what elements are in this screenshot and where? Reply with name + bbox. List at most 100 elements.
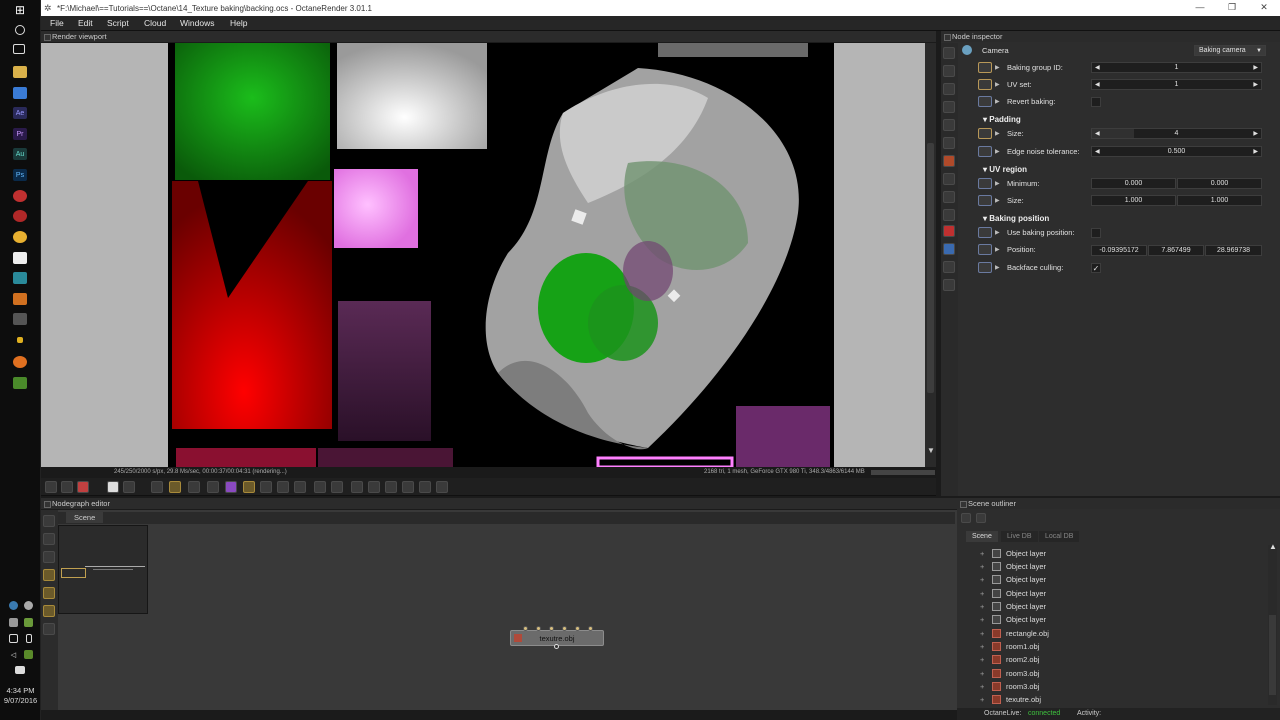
inspector-icon-4[interactable]: [943, 101, 955, 113]
menu-windows[interactable]: Windows: [180, 18, 214, 28]
region-render-icon[interactable]: [294, 481, 306, 493]
minimum-u-field[interactable]: 0.000: [1091, 178, 1176, 189]
minimize-button[interactable]: —: [1184, 0, 1216, 16]
position-y-field[interactable]: 7.867499: [1148, 245, 1204, 256]
slider-right-icon[interactable]: ▶: [1253, 147, 1258, 157]
blender-icon[interactable]: [13, 356, 27, 368]
decal-icon[interactable]: [277, 481, 289, 493]
expand-arrow-icon[interactable]: ▶: [995, 64, 1000, 71]
node-input-pin[interactable]: [575, 626, 580, 631]
tray-clock[interactable]: 4:34 PM 9/07/2016: [0, 686, 41, 706]
search-icon[interactable]: [15, 25, 25, 35]
nvidia-icon[interactable]: [13, 377, 27, 389]
octane-icon[interactable]: [13, 313, 27, 325]
slider-left-icon[interactable]: ◀: [1095, 63, 1100, 73]
slider-right-icon[interactable]: ▶: [1253, 80, 1258, 90]
stop-render-button[interactable]: [107, 481, 119, 493]
slider-right-icon[interactable]: ▶: [1253, 63, 1258, 73]
backface-culling-pin-icon[interactable]: [978, 262, 992, 273]
nodegraph-icon-7[interactable]: [43, 623, 55, 635]
inspector-icon-13[interactable]: [943, 261, 955, 273]
outliner-scrollbar[interactable]: ▲: [1268, 542, 1277, 705]
restart-render-button[interactable]: [123, 481, 135, 493]
expand-arrow-icon[interactable]: ▶: [995, 148, 1000, 155]
minimum-pin-icon[interactable]: [978, 178, 992, 189]
position-pin-icon[interactable]: [978, 244, 992, 255]
tray-volume-icon[interactable]: ◁: [9, 650, 18, 659]
material-picker-icon[interactable]: [402, 481, 414, 493]
inspector-icon-3[interactable]: [943, 83, 955, 95]
outliner-scrollbar-thumb[interactable]: [1269, 615, 1276, 695]
expand-arrow-icon[interactable]: ▶: [995, 197, 1000, 204]
expand-plus-icon[interactable]: +: [980, 613, 984, 626]
padding-size-pin-icon[interactable]: [978, 128, 992, 139]
inspector-icon-6[interactable]: [943, 137, 955, 149]
inspector-icon-9[interactable]: [943, 191, 955, 203]
uv-size-u-field[interactable]: 1.000: [1091, 195, 1176, 206]
node-input-pin[interactable]: [562, 626, 567, 631]
app-yellow-icon[interactable]: [17, 337, 23, 343]
inspector-icon-12[interactable]: [943, 243, 955, 255]
minimap-viewport-rect[interactable]: [61, 568, 86, 578]
uv-set-slider[interactable]: ◀ 1 ▶: [1091, 79, 1262, 90]
inspector-icon-8[interactable]: [943, 173, 955, 185]
expand-plus-icon[interactable]: +: [980, 547, 984, 560]
app-red-icon[interactable]: [13, 190, 27, 202]
white-balance-icon[interactable]: [385, 481, 397, 493]
expand-plus-icon[interactable]: +: [980, 600, 984, 613]
app-teal-icon[interactable]: [13, 272, 27, 284]
expand-plus-icon[interactable]: +: [980, 573, 984, 586]
start-render-button[interactable]: [169, 481, 181, 493]
picker-icon[interactable]: [351, 481, 363, 493]
expand-plus-icon[interactable]: +: [980, 693, 984, 706]
nodegraph-tab-scene[interactable]: Scene: [66, 512, 104, 523]
node-input-pin[interactable]: [536, 626, 541, 631]
revert-baking-checkbox[interactable]: [1091, 97, 1101, 107]
tray-monitor-icon[interactable]: [9, 634, 18, 643]
nodegraph-canvas[interactable]: [41, 510, 957, 710]
baking-group-pin-icon[interactable]: [978, 62, 992, 73]
outliner-collapse-icon[interactable]: [961, 513, 971, 523]
uv-region-section-header[interactable]: ▾ UV region: [983, 165, 1027, 174]
after-effects-icon[interactable]: Ae: [13, 107, 27, 119]
padding-size-slider[interactable]: ◀ 4 ▶: [1091, 128, 1262, 139]
position-x-field[interactable]: -0.09395172: [1091, 245, 1147, 256]
inspector-icon-11[interactable]: [943, 225, 955, 237]
expand-plus-icon[interactable]: +: [980, 667, 984, 680]
uv-size-v-field[interactable]: 1.000: [1177, 195, 1262, 206]
use-baking-position-checkbox[interactable]: [1091, 228, 1101, 238]
expand-arrow-icon[interactable]: ▶: [995, 81, 1000, 88]
tray-nvidia-icon[interactable]: [24, 618, 33, 627]
app-flame-icon[interactable]: [13, 293, 27, 305]
task-view-icon[interactable]: [13, 44, 25, 54]
menu-cloud[interactable]: Cloud: [144, 18, 166, 28]
sub-sampling-icon[interactable]: [260, 481, 272, 493]
revert-baking-pin-icon[interactable]: [978, 96, 992, 107]
outliner-tab-live-db[interactable]: Live DB: [1001, 531, 1038, 542]
baking-position-section-header[interactable]: ▾ Baking position: [983, 214, 1049, 223]
node-input-pin[interactable]: [588, 626, 593, 631]
maximize-button[interactable]: ❐: [1216, 0, 1248, 16]
backface-culling-checkbox[interactable]: ✓: [1091, 263, 1101, 273]
close-button[interactable]: ✕: [1248, 0, 1280, 16]
inspector-icon-14[interactable]: [943, 279, 955, 291]
node-output-pin[interactable]: [554, 644, 559, 649]
focus-picker-icon[interactable]: [368, 481, 380, 493]
expand-arrow-icon[interactable]: ▶: [995, 98, 1000, 105]
expand-plus-icon[interactable]: +: [980, 627, 984, 640]
tray-network-icon[interactable]: [9, 601, 18, 610]
outliner-tab-local-db[interactable]: Local DB: [1039, 531, 1080, 542]
texture-obj-node[interactable]: texutre.obj: [510, 626, 604, 649]
expand-arrow-icon[interactable]: ▶: [995, 180, 1000, 187]
viewport-scrollbar-thumb[interactable]: [927, 143, 934, 393]
inspector-icon-2[interactable]: [943, 65, 955, 77]
expand-arrow-icon[interactable]: ▶: [995, 246, 1000, 253]
slider-left-icon[interactable]: ◀: [1095, 147, 1100, 157]
viewport-lock-icon[interactable]: [207, 481, 219, 493]
scroll-down-icon[interactable]: ▼: [927, 446, 935, 455]
tray-nvidia2-icon[interactable]: [24, 650, 33, 659]
nodegraph-icon-1[interactable]: [43, 515, 55, 527]
audition-icon[interactable]: Au: [13, 148, 27, 160]
premiere-icon[interactable]: Pr: [13, 128, 27, 140]
tray-app-icon[interactable]: [24, 601, 33, 610]
